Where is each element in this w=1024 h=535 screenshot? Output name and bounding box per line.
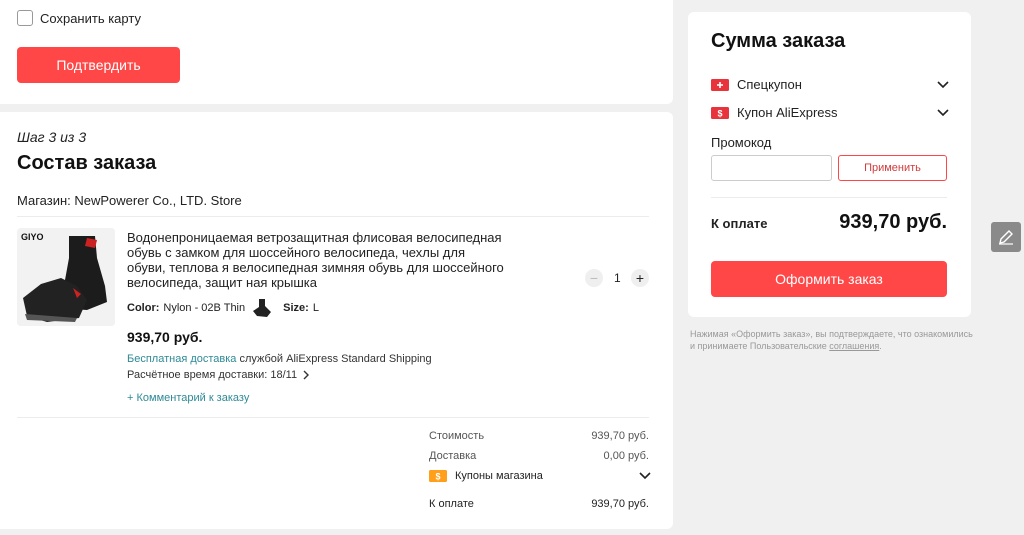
terms-link[interactable]: соглашения [829,341,879,351]
confirm-button[interactable]: Подтвердить [17,47,180,83]
special-coupon-row[interactable]: Спецкупон [711,77,949,92]
decrease-quantity-button[interactable]: − [585,269,603,287]
special-coupon-icon [711,78,729,91]
add-comment-link[interactable]: + Комментарий к заказу [127,392,249,404]
store-coupons-label: Купоны магазина [455,470,543,482]
delivery-time[interactable]: Расчётное время доставки: 18/11 [127,369,311,381]
free-shipping-label: Бесплатная доставка [127,353,237,365]
terms-disclaimer: Нажимая «Оформить заказ», вы подтверждае… [690,328,980,352]
summary-title: Сумма заказа [711,30,846,52]
svg-text:$: $ [717,108,722,118]
color-label: Color: [127,302,160,314]
shipping-info: Бесплатная доставка службой AliExpress S… [127,353,432,365]
disclaimer-end: . [879,341,882,351]
coupon-icon: $ [711,106,729,119]
aliexpress-coupon-row[interactable]: $ Купон AliExpress [711,105,949,120]
store-coupons-row[interactable]: $ Купоны магазина [429,470,651,482]
increase-quantity-button[interactable]: + [631,269,649,287]
shoe-cover-image: GIYO [17,228,115,326]
order-summary-card: Сумма заказа Спецкупон $ Купон AliExpres… [688,12,971,317]
divider [711,197,947,198]
save-card-label: Сохранить карту [40,11,141,26]
special-coupon-label: Спецкупон [737,77,802,92]
quantity-value[interactable]: 1 [614,271,621,285]
chevron-down-icon [937,108,949,116]
payment-card-section: Сохранить карту Подтвердить [0,0,673,104]
save-card-checkbox[interactable] [17,10,33,26]
product-title[interactable]: Водонепроницаемая ветрозащитная флисовая… [127,230,507,290]
size-label: Size: [283,302,309,314]
chevron-down-icon [639,472,651,480]
brand-logo: GIYO [21,232,44,242]
product-price: 939,70 руб. [127,329,203,345]
feedback-edit-button[interactable] [991,222,1021,252]
color-value: Nylon - 02B Thin [163,302,246,314]
order-pay-row: К оплате 939,70 руб. [429,498,649,510]
shipping-service: службой AliExpress Standard Shipping [239,353,432,365]
divider [17,417,649,418]
apply-promo-button[interactable]: Применить [838,155,947,181]
product-variant: Color: Nylon - 02B Thin Size: L [127,297,319,319]
summary-pay-value: 939,70 руб. [839,211,947,233]
size-value: L [312,302,319,314]
product-image[interactable]: GIYO [17,228,115,326]
delivery-row: Доставка 0,00 руб. [429,450,649,462]
delivery-time-label: Расчётное время доставки: 18/11 [127,369,298,381]
promo-code-input[interactable] [711,155,832,181]
chevron-down-icon [937,80,949,88]
coupon-icon: $ [429,470,447,482]
order-pay-label: К оплате [429,498,474,510]
page-title: Состав заказа [17,152,157,174]
cost-label: Стоимость [429,430,485,442]
checkout-button[interactable]: Оформить заказ [711,261,947,297]
order-pay-value: 939,70 руб. [591,498,649,510]
svg-text:$: $ [435,472,440,482]
pencil-icon [999,230,1013,245]
promo-code-label: Промокод [711,135,772,150]
aliexpress-coupon-label: Купон AliExpress [737,105,838,120]
variant-thumbnail-icon [253,299,272,317]
summary-pay-label: К оплате [711,216,768,231]
cost-value: 939,70 руб. [591,430,649,442]
divider [17,216,649,217]
chevron-right-icon [303,370,310,380]
store-name[interactable]: Магазин: NewPowerer Co., LTD. Store [17,193,242,208]
cost-row: Стоимость 939,70 руб. [429,430,649,442]
delivery-label: Доставка [429,450,477,462]
delivery-value: 0,00 руб. [603,450,649,462]
step-indicator: Шаг 3 из 3 [17,129,87,145]
